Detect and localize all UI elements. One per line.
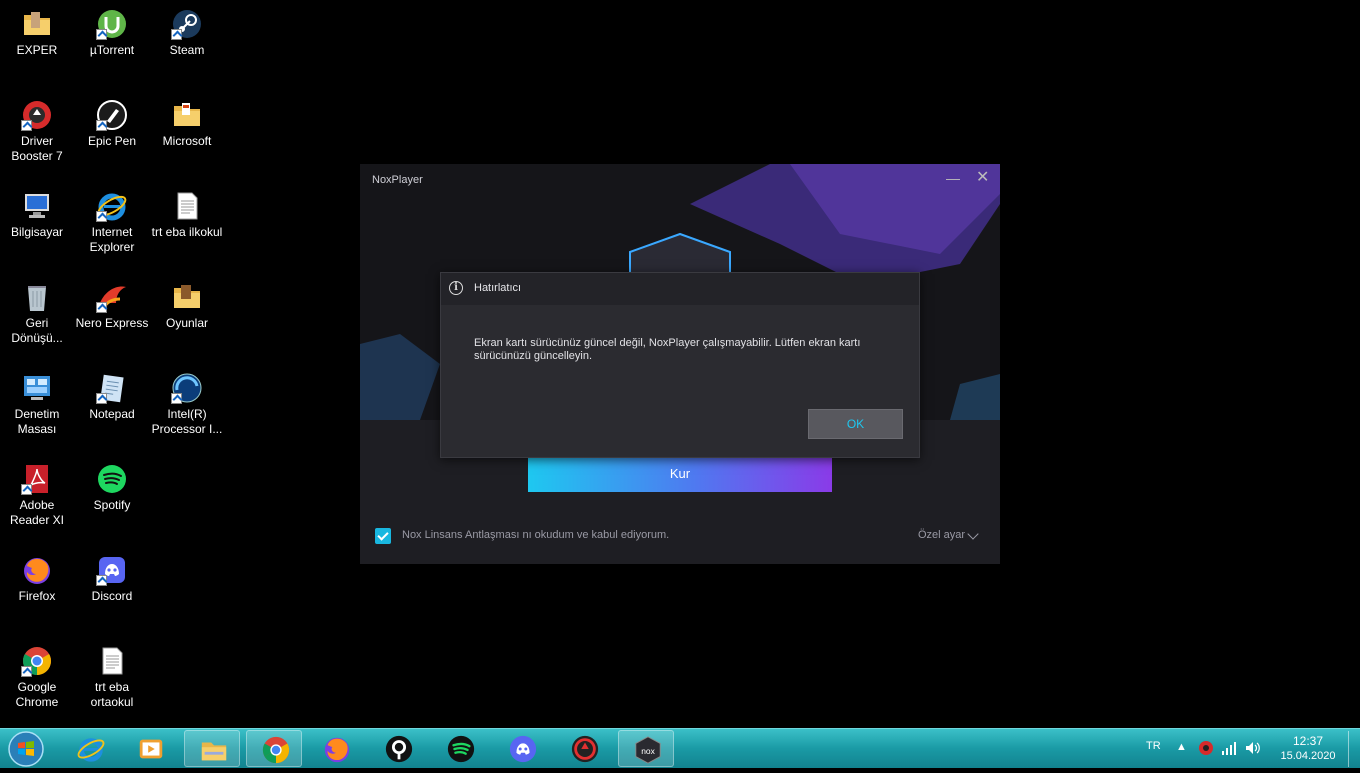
minimize-button[interactable]: — xyxy=(946,170,960,186)
install-button[interactable]: Kur xyxy=(528,456,832,492)
epic-pen-icon xyxy=(385,735,413,763)
taskbar-epic-pen[interactable] xyxy=(370,730,426,767)
custom-settings-link[interactable]: Özel ayar xyxy=(918,529,965,541)
dialog-message: Ekran kartı sürücünüz güncel değil, NoxP… xyxy=(474,337,861,362)
info-icon: i xyxy=(449,281,463,295)
firefox-icon xyxy=(324,737,350,763)
desktop-icon-trt-eba-ilkokul[interactable]: trt eba ilkokul xyxy=(150,190,224,240)
license-label[interactable]: Nox Linsans Antlaşması nı okudum ve kabu… xyxy=(402,529,669,541)
text-file-icon xyxy=(171,190,203,222)
close-button[interactable]: ✕ xyxy=(976,170,992,186)
desktop-icon-chrome[interactable]: Google Chrome xyxy=(0,645,74,710)
windows-logo-icon xyxy=(8,731,44,767)
start-button[interactable] xyxy=(6,730,46,768)
computer-icon xyxy=(21,190,53,222)
desktop-icon-nero-express[interactable]: Nero Express xyxy=(75,281,149,331)
desktop-icon-oyunlar[interactable]: Oyunlar xyxy=(150,281,224,331)
nero-icon xyxy=(96,281,128,313)
taskbar-internet-explorer[interactable] xyxy=(62,730,118,767)
clock[interactable]: 12:37 15.04.2020 xyxy=(1276,734,1340,764)
desktop-icon-recycle-bin[interactable]: Geri Dönüşü... xyxy=(0,281,74,346)
taskbar-file-explorer[interactable] xyxy=(184,730,240,767)
text-file-icon xyxy=(96,645,128,677)
file-explorer-icon xyxy=(201,742,227,761)
desktop-icon-notepad[interactable]: Notepad xyxy=(75,372,149,422)
desktop: EXPER Driver Booster 7 Bilgisayar Geri D… xyxy=(0,0,1360,728)
taskbar-spotify[interactable] xyxy=(432,730,488,767)
recycle-bin-icon xyxy=(21,281,53,313)
shortcut-arrow-icon xyxy=(21,666,32,677)
steam-icon xyxy=(171,8,203,40)
discord-icon xyxy=(509,735,537,763)
desktop-icon-control-panel[interactable]: Denetim Masası xyxy=(0,372,74,437)
shortcut-arrow-icon xyxy=(96,29,107,40)
taskbar-discord[interactable] xyxy=(494,730,550,767)
desktop-icon-discord[interactable]: Discord xyxy=(75,554,149,604)
shortcut-arrow-icon xyxy=(96,211,107,222)
desktop-icon-bilgisayar[interactable]: Bilgisayar xyxy=(0,190,74,240)
nox-icon: nox xyxy=(635,736,661,764)
reminder-dialog: i Hatırlatıcı Ekran kartı sürücünüz günc… xyxy=(440,272,920,458)
taskbar-media-player[interactable] xyxy=(122,730,178,767)
shortcut-arrow-icon xyxy=(96,575,107,586)
network-icon[interactable] xyxy=(1221,741,1237,758)
desktop-icon-intel-processor[interactable]: Intel(R) Processor I... xyxy=(150,372,224,437)
spotify-icon xyxy=(96,463,128,495)
desktop-icon-steam[interactable]: Steam xyxy=(150,8,224,58)
internet-explorer-icon xyxy=(96,190,128,222)
media-player-icon xyxy=(139,739,163,759)
discord-icon xyxy=(96,554,128,586)
internet-explorer-icon xyxy=(77,738,105,762)
taskbar-chrome[interactable] xyxy=(246,730,302,767)
adobe-reader-icon xyxy=(21,463,53,495)
ok-button[interactable]: OK xyxy=(808,409,903,439)
desktop-icon-epic-pen[interactable]: Epic Pen xyxy=(75,99,149,149)
folder-icon xyxy=(171,99,203,131)
desktop-icon-firefox[interactable]: Firefox xyxy=(0,554,74,604)
desktop-icon-spotify[interactable]: Spotify xyxy=(75,463,149,513)
spotify-icon xyxy=(447,735,475,763)
desktop-icon-utorrent[interactable]: µTorrent xyxy=(75,8,149,58)
clock-time: 12:37 xyxy=(1292,734,1324,748)
taskbar-driver-booster[interactable] xyxy=(556,730,612,767)
folder-icon xyxy=(171,281,203,313)
shortcut-arrow-icon xyxy=(96,393,107,404)
volume-icon[interactable] xyxy=(1245,741,1261,758)
desktop-icon-adobe-reader[interactable]: Adobe Reader XI xyxy=(0,463,74,528)
language-indicator[interactable]: TR xyxy=(1146,740,1161,752)
taskbar-firefox[interactable] xyxy=(308,730,364,767)
intel-icon xyxy=(171,372,203,404)
dialog-title: Hatırlatıcı xyxy=(474,282,522,294)
taskbar-nox[interactable]: nox xyxy=(618,730,674,767)
taskbar: nox TR ▲ 12:37 15.04.2020 xyxy=(0,728,1360,768)
control-panel-icon xyxy=(21,372,53,404)
driver-booster-icon xyxy=(21,99,53,131)
utorrent-icon xyxy=(96,8,128,40)
chrome-icon xyxy=(21,645,53,677)
show-desktop-button[interactable] xyxy=(1348,731,1359,767)
desktop-icon-driver-booster[interactable]: Driver Booster 7 xyxy=(0,99,74,164)
tray-app-icon[interactable] xyxy=(1198,740,1214,759)
shortcut-arrow-icon xyxy=(21,120,32,131)
shortcut-arrow-icon xyxy=(96,302,107,313)
shortcut-arrow-icon xyxy=(96,120,107,131)
notepad-icon xyxy=(96,372,128,404)
nox-window-title: NoxPlayer xyxy=(372,174,423,186)
tray-overflow-icon[interactable]: ▲ xyxy=(1176,741,1187,753)
shortcut-arrow-icon xyxy=(21,484,32,495)
desktop-icon-trt-eba-ortaokul[interactable]: trt eba ortaokul xyxy=(75,645,149,710)
driver-booster-icon xyxy=(571,735,599,763)
clock-date: 15.04.2020 xyxy=(1280,750,1336,762)
desktop-icon-exper[interactable]: EXPER xyxy=(0,8,74,58)
desktop-icon-internet-explorer[interactable]: Internet Explorer xyxy=(75,190,149,255)
chrome-icon xyxy=(262,736,290,764)
shortcut-arrow-icon xyxy=(171,393,182,404)
svg-text:nox: nox xyxy=(641,746,655,756)
folder-icon xyxy=(21,8,53,40)
shortcut-arrow-icon xyxy=(171,29,182,40)
desktop-icon-microsoft[interactable]: Microsoft xyxy=(150,99,224,149)
epic-pen-icon xyxy=(96,99,128,131)
firefox-icon xyxy=(21,554,53,586)
license-checkbox[interactable] xyxy=(375,528,391,544)
